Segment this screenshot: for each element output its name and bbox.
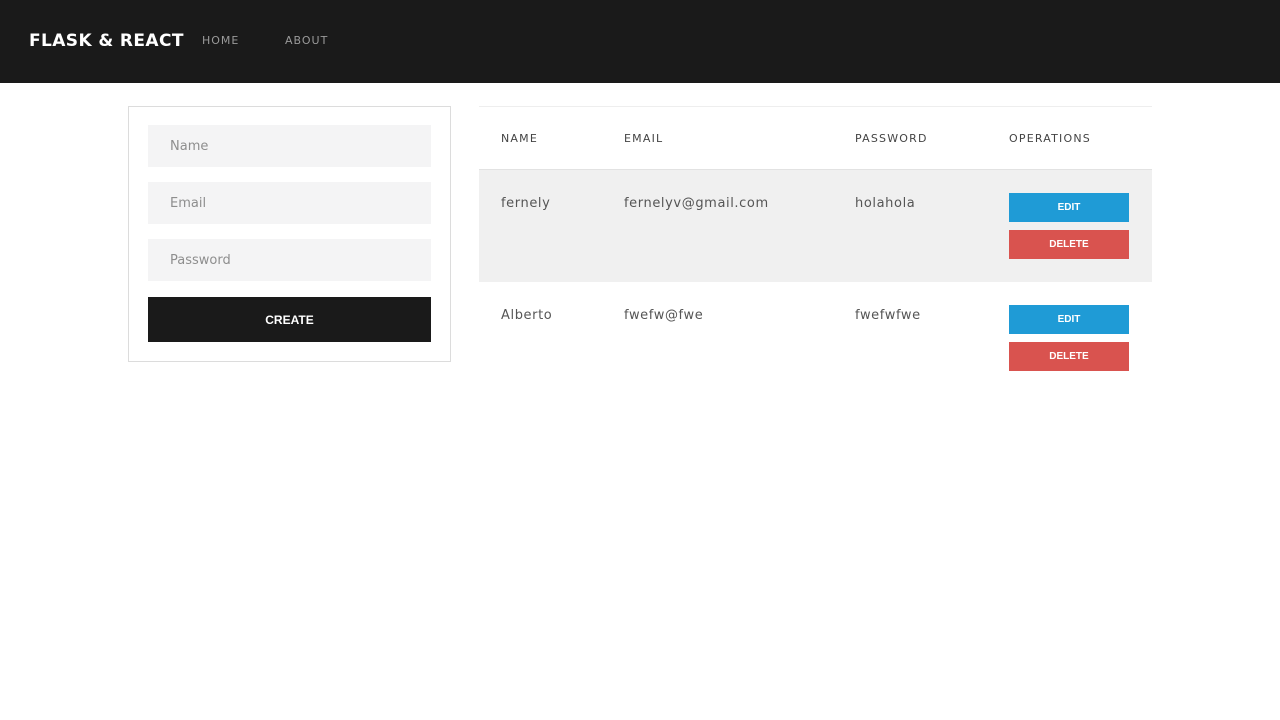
cell-password: fwefwfwe: [855, 308, 921, 323]
table-row: Alberto fwefw@fwe fwefwfwe EDIT DELETE: [479, 282, 1152, 394]
brand-logo[interactable]: FLASK & REACT: [29, 30, 184, 52]
delete-button[interactable]: DELETE: [1009, 230, 1129, 259]
column-header-operations: OPERATIONS: [1009, 132, 1091, 145]
cell-password: holahola: [855, 196, 916, 211]
email-input[interactable]: [148, 182, 431, 224]
password-input[interactable]: [148, 239, 431, 281]
navbar: FLASK & REACT HOME ABOUT: [0, 0, 1280, 83]
nav-link-about[interactable]: ABOUT: [285, 34, 328, 48]
edit-button[interactable]: EDIT: [1009, 193, 1129, 222]
cell-email: fwefw@fwe: [624, 308, 704, 323]
cell-name: Alberto: [501, 308, 553, 323]
nav-link-home[interactable]: HOME: [202, 34, 239, 48]
cell-email: fernelyv@gmail.com: [624, 196, 769, 211]
delete-button[interactable]: DELETE: [1009, 342, 1129, 371]
name-input[interactable]: [148, 125, 431, 167]
user-form: CREATE: [128, 106, 451, 362]
table-top-divider: [479, 106, 1152, 107]
column-header-name: NAME: [501, 132, 538, 145]
edit-button[interactable]: EDIT: [1009, 305, 1129, 334]
column-header-password: PASSWORD: [855, 132, 928, 145]
create-button[interactable]: CREATE: [148, 297, 431, 342]
cell-name: fernely: [501, 196, 551, 211]
table-row: fernely fernelyv@gmail.com holahola EDIT…: [479, 170, 1152, 282]
column-header-email: EMAIL: [624, 132, 664, 145]
